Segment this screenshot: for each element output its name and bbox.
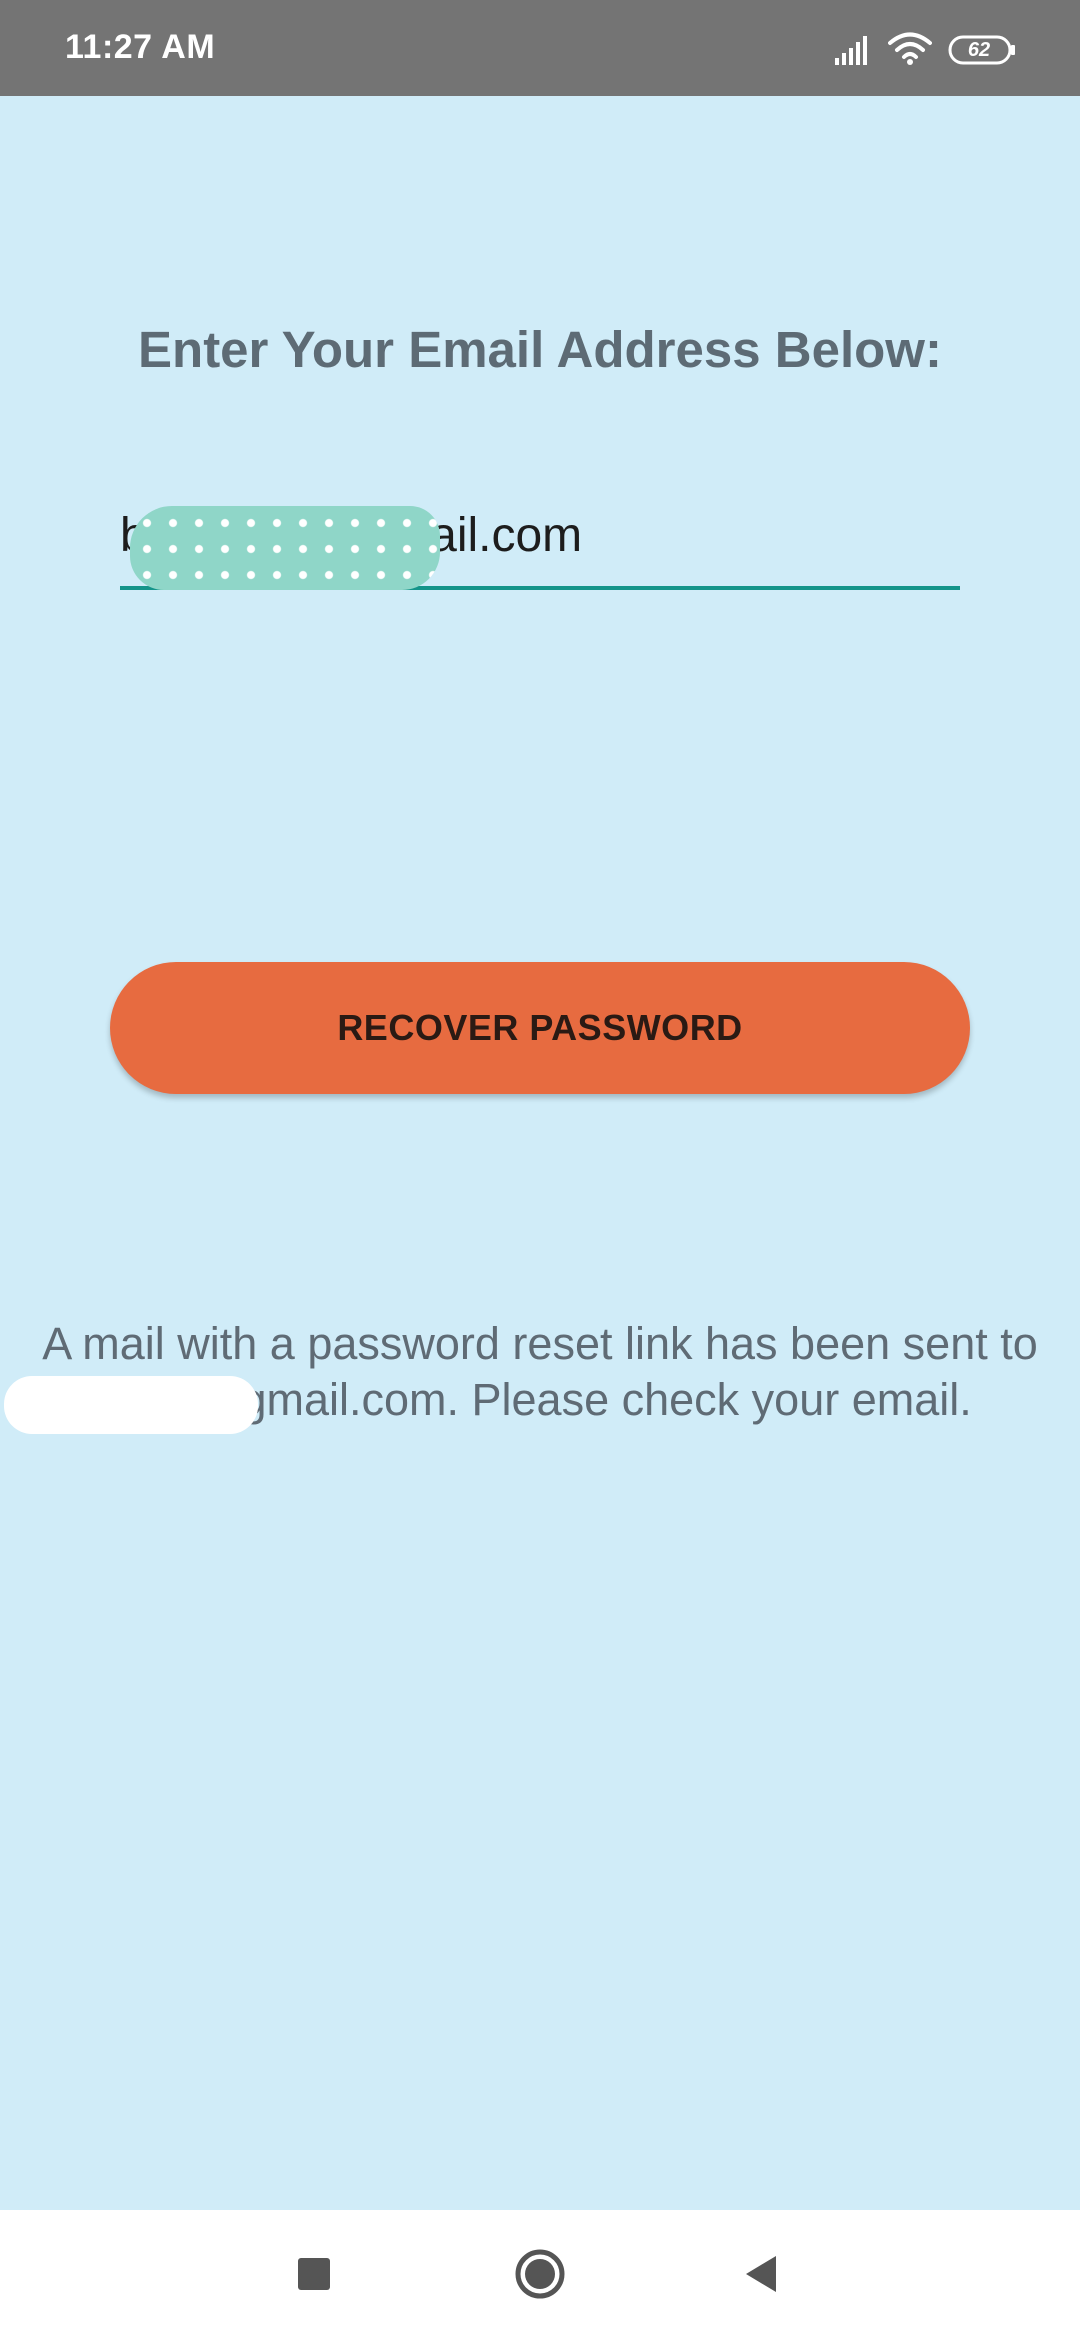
page-title: Enter Your Email Address Below: xyxy=(138,321,942,378)
redaction-mark xyxy=(130,506,440,590)
status-bar: 11:27 AM 62 xyxy=(0,0,1080,96)
recover-password-button[interactable]: RECOVER PASSWORD xyxy=(110,962,970,1094)
recents-icon[interactable] xyxy=(286,2246,342,2302)
signal-icon xyxy=(835,36,867,65)
home-icon[interactable] xyxy=(512,2246,568,2302)
recover-password-label: RECOVER PASSWORD xyxy=(337,1007,743,1048)
redaction-mark-white xyxy=(4,1376,258,1434)
battery-level: 62 xyxy=(967,39,991,61)
reset-message-line1: A mail with a password reset link has be… xyxy=(42,1318,1038,1369)
status-time: 11:27 AM xyxy=(65,28,216,66)
reset-message-text: @gmail.com. Please check your email. xyxy=(195,1374,972,1425)
back-icon[interactable] xyxy=(734,2246,790,2302)
navigation-bar xyxy=(0,2210,1080,2340)
wifi-icon xyxy=(888,32,932,65)
